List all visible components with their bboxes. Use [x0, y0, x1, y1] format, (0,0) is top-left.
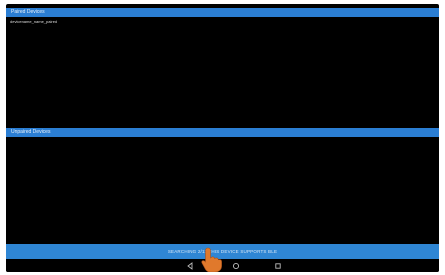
unpaired-devices-title: Unpaired Devices [11, 129, 51, 135]
home-circle-icon-svg [232, 262, 240, 270]
list-item[interactable]: devicename_name_paired [6, 18, 439, 25]
paired-devices-list: devicename_name_paired [6, 18, 439, 126]
paired-devices-title: Paired Devices [11, 9, 45, 15]
recents-square-icon[interactable] [274, 262, 282, 270]
back-triangle-icon[interactable] [186, 262, 194, 270]
unpaired-devices-header: Unpaired Devices [6, 128, 439, 137]
home-circle-icon[interactable] [232, 262, 240, 270]
scan-status-bar[interactable]: SEARCHING 2/11 THIS DEVICE SUPPORTS BLE [6, 244, 439, 259]
device-screen: Paired Devices devicename_name_paired Un… [6, 4, 439, 272]
system-nav-bar [6, 259, 439, 272]
back-triangle-icon-svg [187, 262, 193, 270]
recents-square-icon-svg [275, 263, 281, 269]
scan-status-text: SEARCHING 2/11 THIS DEVICE SUPPORTS BLE [167, 249, 278, 254]
unpaired-devices-list [6, 138, 439, 242]
paired-devices-header: Paired Devices [6, 8, 439, 17]
